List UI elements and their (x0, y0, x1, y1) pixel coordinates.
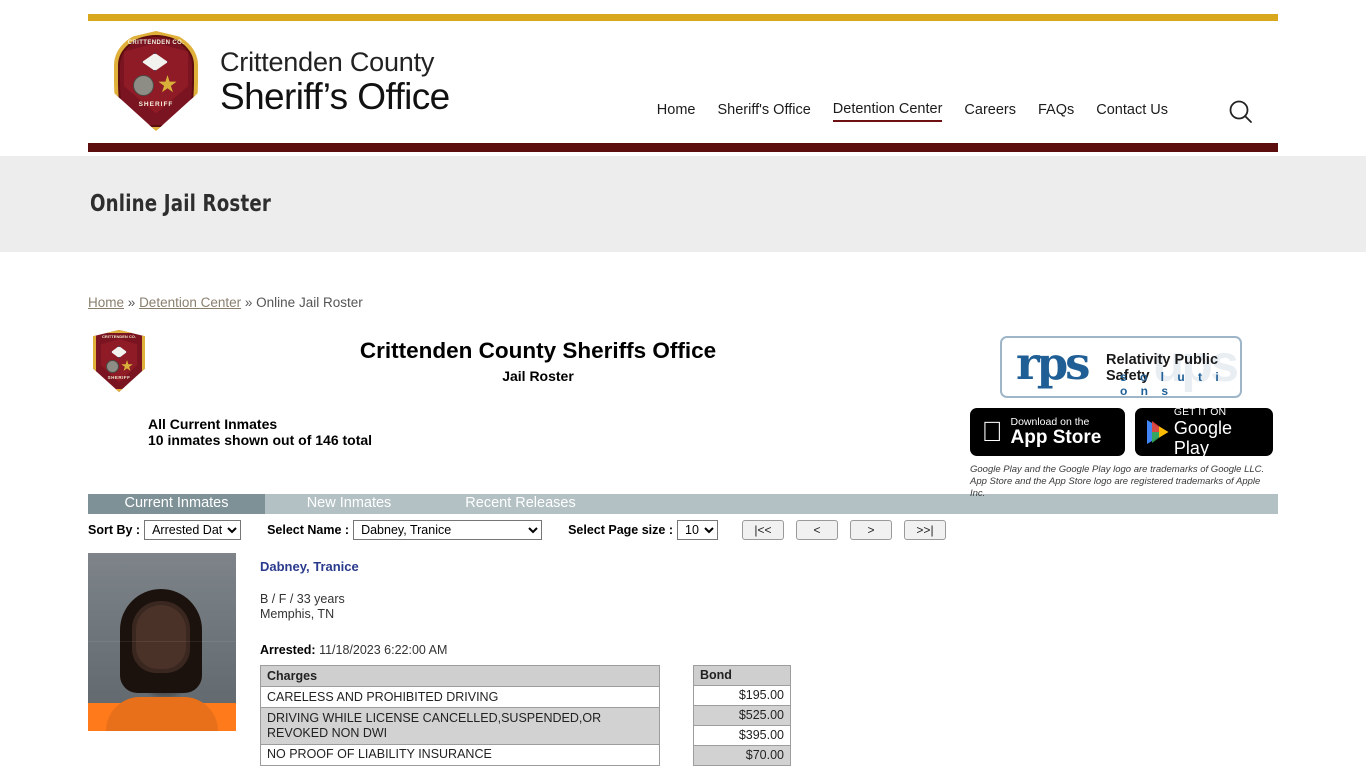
badge-bottom-text: SHERIFF (138, 101, 174, 108)
rps-logo[interactable]: ups rps Relativity Public Safety s o l u… (1000, 336, 1242, 398)
rps-tagline-secondary: s o l u t i o n s (1120, 370, 1224, 398)
brand-county-name: Crittenden County (220, 47, 435, 77)
search-icon[interactable] (1226, 97, 1256, 127)
page-content: Home » Detention Center » Online Jail Ro… (88, 252, 1278, 767)
inmate-name-link[interactable]: Dabney, Tranice (260, 559, 359, 574)
breadcrumb-current: Online Jail Roster (256, 295, 363, 310)
roster-controls: Sort By : Arrested Date Select Name : Da… (88, 514, 1278, 540)
charge-cell: NO PROOF OF LIABILITY INSURANCE (260, 743, 660, 767)
inmate-mugshot[interactable] (88, 553, 236, 731)
arrested-label: Arrested: (260, 643, 316, 657)
breadcrumb-detention-center[interactable]: Detention Center (139, 295, 241, 310)
tab-new-inmates[interactable]: New Inmates (265, 494, 433, 514)
site-header: CRITTENDEN CO. SHERIFF Crittenden County… (0, 14, 1366, 152)
charge-cell: DRIVING WHILE LICENSE CANCELLED,SUSPENDE… (260, 707, 660, 745)
arrested-value: 11/18/2023 6:22:00 AM (319, 643, 448, 657)
charges-table: Charges CARELESS AND PROHIBITED DRIVING … (260, 664, 660, 767)
google-play-large-label: Google Play (1173, 418, 1232, 458)
google-play-button[interactable]: GET IT ON Google Play (1134, 406, 1273, 458)
header-bottom-rule (88, 143, 1278, 152)
roster-title: Crittenden County Sheriffs Office (359, 338, 717, 363)
sort-by-select[interactable]: Arrested Date (144, 519, 242, 540)
bond-cell: $395.00 (693, 725, 791, 746)
previous-page-button[interactable]: < (796, 519, 838, 540)
brand-office-name: Sheriff’s Office (220, 76, 450, 117)
app-store-large-label: App Store (989, 427, 1102, 448)
sheriff-badge-logo: CRITTENDEN CO. SHERIFF (108, 27, 204, 137)
inmate-record: Dabney, Tranice B / F / 33 years Memphis… (88, 553, 1278, 767)
google-play-small-label: GET IT ON (1173, 406, 1227, 418)
header-top-rule (88, 14, 1278, 21)
trademark-line-2: App Store and the App Store logo are reg… (970, 476, 1261, 499)
inmate-arrested: Arrested: 11/18/2023 6:22:00 AM (260, 643, 791, 657)
badge-top-text: CRITTENDEN CO. (127, 40, 185, 46)
page-size-label: Select Page size : (568, 522, 673, 537)
trademark-line-1: Google Play and the Google Play logo are… (970, 464, 1265, 475)
pagination: |<< < > >>| (742, 519, 946, 540)
charge-cell: CARELESS AND PROHIBITED DRIVING (260, 686, 660, 709)
seal-icon (133, 75, 154, 96)
roster-badge-bottom-text: SHERIFF (107, 375, 131, 380)
nav-item-detention-center[interactable]: Detention Center (832, 101, 943, 122)
google-play-icon (1146, 420, 1169, 444)
nav-item-home[interactable]: Home (657, 102, 696, 121)
sort-by-label: Sort By : (88, 522, 141, 537)
charges-header: Charges (260, 664, 660, 688)
inmate-city-state: Memphis, TN (260, 607, 335, 621)
main-navigation: Home Sheriff's Office Detention Center C… (657, 101, 1168, 122)
breadcrumb-separator: » (127, 295, 136, 310)
seal-icon (106, 360, 119, 373)
breadcrumb-home[interactable]: Home (88, 295, 124, 310)
apple-icon:  (982, 418, 1003, 446)
inmate-demographics: B / F / 33 years (260, 592, 345, 606)
trademark-note: Google Play and the Google Play logo are… (966, 464, 1276, 500)
bond-cell: $70.00 (693, 745, 791, 766)
charges-and-bond: Charges CARELESS AND PROHIBITED DRIVING … (260, 664, 791, 767)
rps-logo-text: rps (1016, 337, 1090, 390)
nav-item-faqs[interactable]: FAQs (1038, 102, 1074, 121)
breadcrumb-separator: » (244, 295, 253, 310)
app-store-badges:  Download on the App Store GET IT ON Go… (966, 406, 1276, 458)
nav-item-contact-us[interactable]: Contact Us (1096, 102, 1168, 121)
app-store-button[interactable]:  Download on the App Store (969, 408, 1125, 456)
bond-header: Bond (693, 665, 791, 686)
nav-item-careers[interactable]: Careers (964, 102, 1016, 121)
first-page-button[interactable]: |<< (742, 519, 784, 540)
select-name-dropdown[interactable]: Dabney, Tranice (353, 519, 543, 540)
breadcrumb: Home » Detention Center » Online Jail Ro… (88, 295, 1278, 310)
roster-badge-top-text: CRITTENDEN CO. (102, 334, 136, 339)
last-page-button[interactable]: >>| (904, 519, 946, 540)
roster-header: CRITTENDEN CO. SHERIFF Crittenden County… (88, 326, 1278, 499)
select-name-label: Select Name : (267, 522, 350, 537)
page-size-select[interactable]: 10 (677, 519, 718, 540)
roster-badge-logo: CRITTENDEN CO. SHERIFF (93, 330, 151, 396)
bond-cell: $525.00 (693, 705, 791, 726)
tab-current-inmates[interactable]: Current Inmates (88, 494, 265, 514)
site-brand[interactable]: CRITTENDEN CO. SHERIFF Crittenden County… (108, 27, 450, 137)
roster-subtitle: Jail Roster (502, 368, 574, 384)
nav-item-sheriffs-office[interactable]: Sheriff's Office (717, 102, 810, 121)
page-title: Online Jail Roster (90, 191, 272, 217)
next-page-button[interactable]: > (850, 519, 892, 540)
rps-vendor-block: ups rps Relativity Public Safety s o l u… (966, 336, 1276, 500)
page-banner: Online Jail Roster (0, 156, 1366, 252)
bond-cell: $195.00 (693, 685, 791, 706)
bond-table: Bond $195.00 $525.00 $395.00 $70.00 (693, 665, 791, 766)
tab-recent-releases[interactable]: Recent Releases (433, 494, 608, 514)
